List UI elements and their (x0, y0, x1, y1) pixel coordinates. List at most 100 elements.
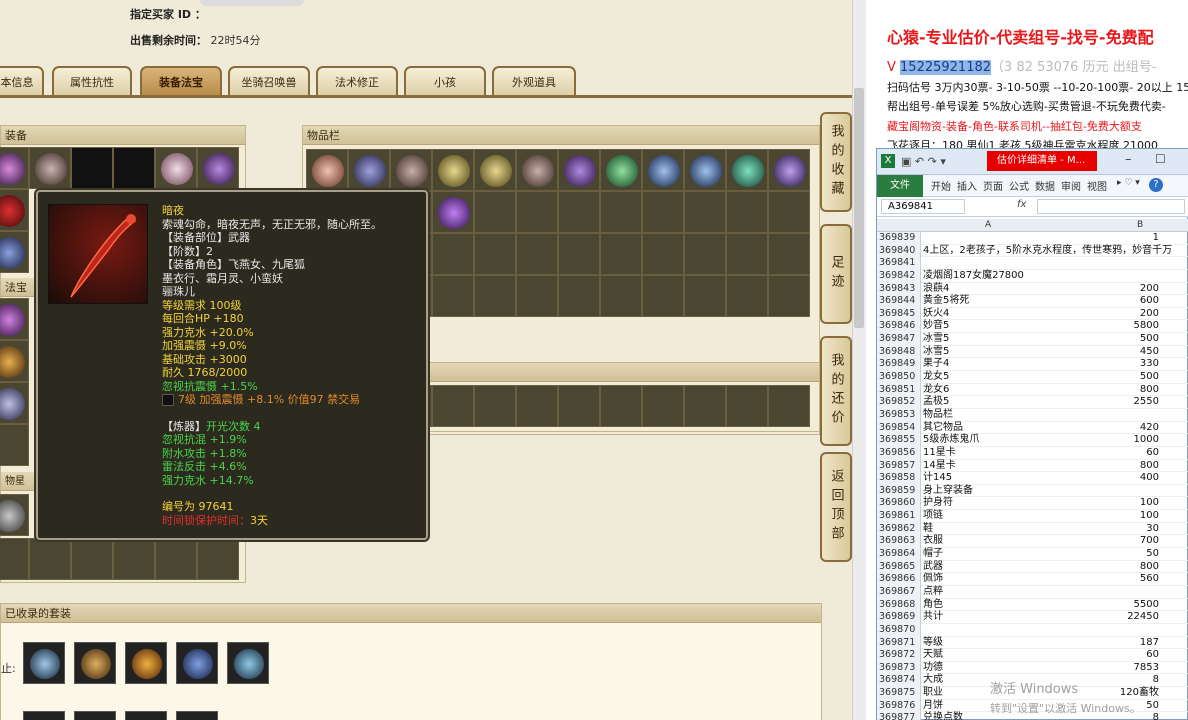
ribbon-view[interactable]: 视图 (1087, 178, 1107, 193)
sheet-row[interactable]: 369871 等级 187 (877, 636, 1188, 650)
cell-b[interactable]: 500 (1059, 333, 1159, 346)
inventory-slot[interactable] (768, 385, 810, 427)
cell-a[interactable]: 护身符 (923, 497, 1058, 510)
equip-slot-weapon[interactable] (0, 189, 29, 231)
inventory-slot[interactable] (600, 149, 642, 191)
cell-a[interactable]: 天赋 (923, 649, 1058, 662)
suit-item[interactable] (176, 711, 219, 720)
inventory-slot[interactable] (558, 275, 600, 317)
cell-b[interactable]: 187 (1059, 637, 1159, 650)
row-number[interactable]: 369867 (877, 585, 921, 599)
inventory-slot[interactable] (558, 385, 600, 427)
row-number[interactable]: 369871 (877, 636, 921, 650)
row-number[interactable]: 369857 (877, 459, 921, 473)
row-number[interactable]: 369862 (877, 522, 921, 536)
cell-a[interactable]: 计145 (923, 472, 1058, 485)
cell-b[interactable]: 50 (1059, 548, 1159, 561)
equip-slot[interactable] (0, 147, 29, 189)
maximize-icon[interactable]: ☐ (1155, 152, 1166, 166)
cell-a[interactable]: 11星卡 (923, 447, 1058, 460)
cell-a[interactable]: 冰雪5 (923, 333, 1058, 346)
cell-a[interactable]: 果子4 (923, 358, 1058, 371)
inventory-slot[interactable] (726, 149, 768, 191)
cell-b[interactable]: 560 (1059, 573, 1159, 586)
suit-item[interactable] (176, 642, 219, 684)
cell-a[interactable]: 帽子 (923, 548, 1058, 561)
equip-slot[interactable] (113, 147, 155, 189)
row-number[interactable]: 369852 (877, 396, 921, 409)
row-number[interactable]: 369873 (877, 661, 921, 675)
cell-b[interactable]: 600 (1059, 295, 1159, 308)
cell-b[interactable]: 700 (1059, 535, 1159, 548)
page-scrollbar-thumb[interactable] (854, 88, 864, 328)
slot[interactable] (0, 538, 29, 580)
sheet-row[interactable]: 369845 妖火4 200 (877, 307, 1188, 321)
row-number[interactable]: 369843 (877, 282, 921, 296)
inventory-slot[interactable] (306, 149, 348, 191)
cell-a[interactable]: 等级 (923, 637, 1058, 650)
inventory-slot[interactable] (516, 275, 558, 317)
inventory-slot[interactable] (432, 191, 474, 233)
cell-b[interactable]: 5800 (1059, 320, 1159, 333)
row-number[interactable]: 369848 (877, 345, 921, 359)
cell-a[interactable]: 鞋 (923, 523, 1058, 536)
row-number[interactable]: 369876 (877, 699, 921, 713)
tab-attributes[interactable]: 属性抗性 (52, 66, 132, 96)
inventory-slot[interactable] (600, 275, 642, 317)
suit-item[interactable] (125, 711, 168, 720)
favorites-button[interactable]: 我的收藏 (820, 112, 852, 212)
inventory-slot[interactable] (600, 385, 642, 427)
inventory-slot[interactable] (474, 191, 516, 233)
star-slot[interactable] (0, 494, 29, 536)
sheet-row[interactable]: 369869 共计 22450 (877, 611, 1188, 624)
inventory-slot[interactable] (684, 385, 726, 427)
row-number[interactable]: 369851 (877, 383, 921, 397)
inventory-slot[interactable] (474, 275, 516, 317)
inventory-slot[interactable] (726, 385, 768, 427)
inventory-slot[interactable] (768, 233, 810, 275)
row-number[interactable]: 369877 (877, 712, 921, 720)
sheet-row[interactable]: 369841 (877, 257, 1188, 270)
row-number[interactable]: 369868 (877, 598, 921, 612)
slot[interactable] (29, 538, 71, 580)
row-number[interactable]: 369866 (877, 573, 921, 586)
ribbon-home[interactable]: 开始 (931, 178, 951, 193)
cell-a[interactable]: 佩饰 (923, 573, 1058, 586)
cell-b[interactable]: 400 (1059, 472, 1159, 485)
inventory-slot[interactable] (726, 233, 768, 275)
row-number[interactable]: 369875 (877, 687, 921, 700)
row-number[interactable]: 369872 (877, 649, 921, 662)
inventory-slot[interactable] (432, 233, 474, 275)
cell-b[interactable]: 60 (1059, 447, 1159, 460)
slot[interactable] (155, 538, 197, 580)
inventory-slot[interactable] (474, 233, 516, 275)
inventory-slot[interactable] (474, 149, 516, 191)
inventory-slot[interactable] (642, 149, 684, 191)
sheet-row[interactable]: 369855 5级赤炼鬼爪 1000 (877, 434, 1188, 447)
inventory-slot[interactable] (432, 385, 474, 427)
sheet-row[interactable]: 369858 计145 400 (877, 472, 1188, 485)
sheet-row[interactable]: 369849 果子4 330 (877, 358, 1188, 372)
sheet-row[interactable]: 369847 冰雪5 500 (877, 333, 1188, 346)
footprint-button[interactable]: 足迹 (820, 224, 852, 324)
cell-a[interactable]: 5级赤炼鬼爪 (923, 434, 1058, 447)
row-number[interactable]: 369861 (877, 510, 921, 523)
inventory-slot[interactable] (684, 191, 726, 233)
sheet-row[interactable]: 369859 身上穿装备 (877, 484, 1188, 498)
my-bids-button[interactable]: 我的还价 (820, 336, 852, 446)
sheet-row[interactable]: 369856 11星卡 60 (877, 446, 1188, 460)
cell-b[interactable]: 7853 (1059, 662, 1159, 675)
cell-a[interactable]: 身上穿装备 (923, 485, 1058, 498)
sheet-row[interactable]: 369868 角色 5500 (877, 598, 1188, 612)
sheet-row[interactable]: 369863 衣服 700 (877, 535, 1188, 549)
sheet-row[interactable]: 369864 帽子 50 (877, 548, 1188, 561)
cell-a[interactable]: 物品栏 (923, 409, 1058, 422)
cell-a[interactable]: 14星卡 (923, 460, 1058, 473)
suit-item[interactable] (23, 642, 65, 684)
inventory-slot[interactable] (558, 149, 600, 191)
inventory-slot[interactable] (600, 191, 642, 233)
inventory-slot[interactable] (768, 191, 810, 233)
inventory-slot[interactable] (684, 275, 726, 317)
inventory-slot[interactable] (432, 275, 474, 317)
row-number[interactable]: 369850 (877, 371, 921, 384)
